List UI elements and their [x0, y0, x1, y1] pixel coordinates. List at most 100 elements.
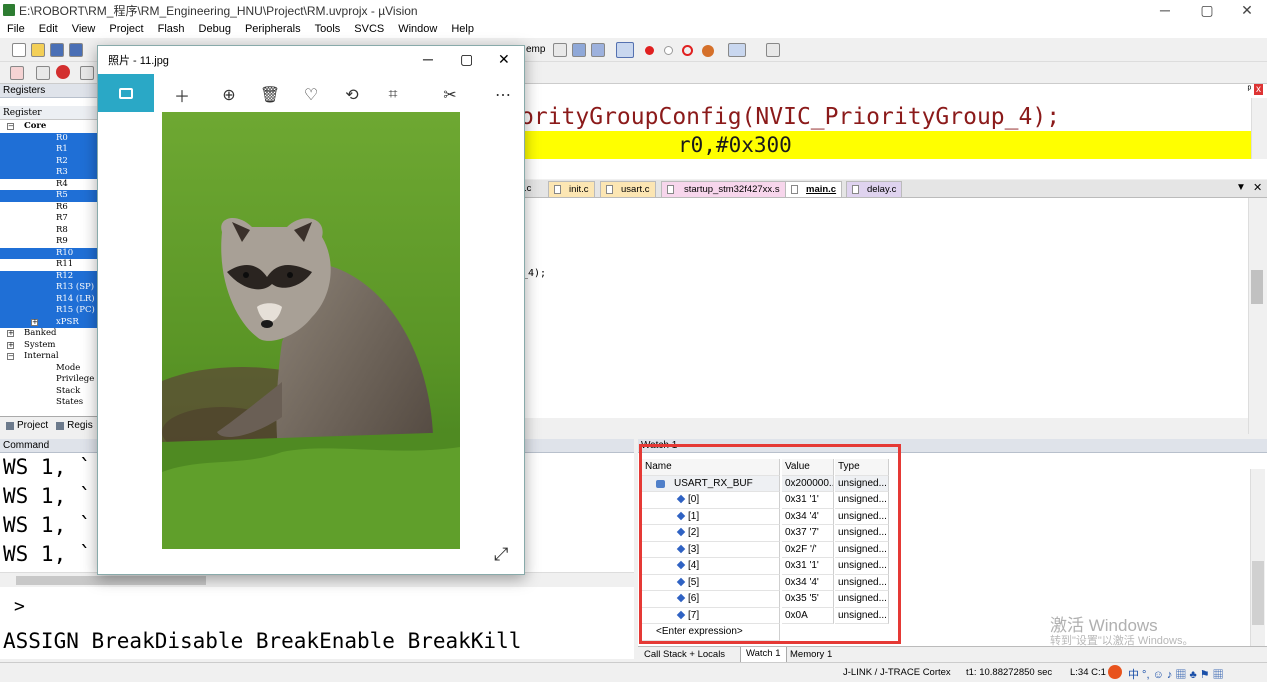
editor-scroll-thumb[interactable] [1251, 270, 1263, 304]
config-icon[interactable] [591, 43, 605, 57]
photos-maximize-button[interactable]: ▢ [460, 51, 473, 68]
menu-file[interactable]: File [0, 23, 32, 35]
photo-image [162, 112, 460, 549]
stop-icon[interactable] [56, 65, 70, 79]
tab-memory1[interactable]: Memory 1 [790, 649, 832, 660]
register-row[interactable]: R15 (PC) [0, 305, 97, 317]
zoom-icon[interactable]: ⊕ [217, 76, 241, 114]
code-line-2: r0,#0x300 [678, 133, 792, 157]
status-debugger: J-LINK / J-TRACE Cortex [843, 667, 951, 678]
window-layout-icon[interactable] [728, 43, 746, 57]
register-row[interactable]: + xPSR [0, 316, 97, 328]
register-label: R14 (LR) [56, 293, 95, 304]
edit-icon[interactable]: ✂ [438, 76, 462, 114]
register-label: R7 [56, 213, 68, 223]
command-input[interactable]: > [0, 588, 634, 626]
crop-icon[interactable]: ⌗ [381, 76, 405, 114]
tab-partial[interactable]: .c [524, 183, 531, 194]
new-file-icon[interactable] [12, 43, 26, 57]
menu-edit[interactable]: Edit [32, 23, 65, 35]
register-row[interactable]: R13 (SP) [0, 282, 97, 294]
editor-vscrollbar[interactable] [1248, 198, 1267, 434]
tab-init-c[interactable]: init.c [548, 181, 595, 197]
maximize-button[interactable]: ▢ [1188, 0, 1226, 20]
menu-window[interactable]: Window [391, 23, 444, 35]
register-row[interactable]: R2 [0, 155, 97, 167]
photos-view-button[interactable] [98, 74, 154, 112]
photos-close-button[interactable]: ✕ [498, 51, 510, 68]
breakpoint-disabled-icon[interactable] [664, 46, 673, 55]
menu-help[interactable]: Help [444, 23, 481, 35]
expand-toggle-icon[interactable]: + [7, 330, 14, 337]
clear-breakpoints-icon[interactable] [702, 45, 714, 57]
tab-delay-c[interactable]: delay.c [846, 181, 903, 197]
tab-watch1[interactable]: Watch 1 [740, 647, 787, 663]
menu-debug[interactable]: Debug [192, 23, 238, 35]
menu-bar: File Edit View Project Flash Debug Perip… [0, 20, 1267, 38]
expand-toggle-icon[interactable]: + [31, 318, 38, 326]
reset-icon[interactable] [10, 66, 24, 80]
menu-view[interactable]: View [65, 23, 103, 35]
tab-startup[interactable]: startup_stm32f427xx.s [661, 181, 786, 197]
rotate-icon[interactable]: ⟲ [340, 76, 364, 114]
save-icon[interactable] [50, 43, 64, 57]
register-label: Mode [56, 362, 81, 373]
breakpoint-icon[interactable] [645, 46, 654, 55]
tab-usart-c[interactable]: usart.c [600, 181, 656, 197]
command-scroll-thumb[interactable] [16, 576, 206, 585]
dropdown-icon[interactable] [553, 43, 567, 57]
disassembly-scrollbar[interactable] [1251, 98, 1267, 159]
minimize-button[interactable]: ─ [1146, 0, 1184, 20]
panel-pin-close[interactable]: ᵖ x [1236, 84, 1267, 98]
watch-vscrollbar[interactable] [1250, 469, 1265, 647]
run-icon[interactable] [36, 66, 50, 80]
photos-minimize-button[interactable]: ─ [423, 51, 433, 67]
close-tab-icon[interactable]: ✕ [1253, 181, 1262, 194]
menu-svcs[interactable]: SVCS [347, 23, 391, 35]
tab-menu-icon[interactable]: ▼ [1236, 182, 1246, 193]
code-line-1: orityGroupConfig(NVIC_PriorityGroup_4); [520, 104, 1061, 130]
ime-icon[interactable] [1108, 665, 1122, 679]
tab-main-c[interactable]: main.c [785, 181, 843, 197]
favorite-icon[interactable]: ♡ [299, 76, 323, 114]
watch-scroll-thumb[interactable] [1252, 561, 1264, 625]
raccoon-photo [162, 112, 460, 549]
menu-flash[interactable]: Flash [151, 23, 192, 35]
pin-icon[interactable]: ᵖ [1247, 84, 1251, 95]
add-icon[interactable]: ＋ [170, 76, 194, 114]
file-icon [667, 185, 674, 194]
tab-project[interactable]: Project [17, 420, 48, 431]
tab-callstack[interactable]: Call Stack + Locals [644, 649, 725, 660]
status-time: t1: 10.88272850 sec [966, 667, 1053, 678]
wrench-icon[interactable] [766, 43, 780, 57]
close-button[interactable]: ✕ [1228, 0, 1266, 20]
step-icon[interactable] [80, 66, 94, 80]
close-panel-icon[interactable]: x [1254, 84, 1263, 95]
more-icon[interactable]: ⋯ [491, 76, 515, 114]
expand-toggle-icon[interactable]: + [7, 341, 14, 349]
menu-tools[interactable]: Tools [308, 23, 348, 35]
register-row[interactable]: R12 [0, 270, 97, 282]
expand-icon[interactable]: ⤢ [494, 544, 508, 565]
register-row[interactable]: R0 [0, 132, 97, 144]
expand-toggle-icon[interactable]: − [7, 123, 14, 130]
kill-breakpoints-icon[interactable] [682, 45, 693, 56]
find-icon[interactable] [572, 43, 586, 57]
debug-session-icon[interactable] [616, 42, 634, 58]
open-folder-icon[interactable] [31, 43, 45, 57]
register-row[interactable]: R5 [0, 190, 97, 202]
tab-label: delay.c [867, 184, 897, 195]
register-row[interactable]: R14 (LR) [0, 293, 97, 305]
register-label: R3 [56, 167, 68, 177]
register-row[interactable]: R10 [0, 247, 97, 259]
menu-project[interactable]: Project [102, 23, 150, 35]
save-all-icon[interactable] [69, 43, 83, 57]
tab-registers[interactable]: Regis [67, 420, 93, 431]
register-row[interactable]: R3 [0, 167, 97, 179]
command-prompt: > [14, 596, 25, 617]
expand-toggle-icon[interactable]: − [7, 353, 14, 360]
menu-peripherals[interactable]: Peripherals [238, 23, 308, 35]
register-label: xPSR [56, 316, 79, 327]
register-row[interactable]: R1 [0, 144, 97, 156]
delete-icon[interactable]: 🗑 [258, 76, 282, 114]
